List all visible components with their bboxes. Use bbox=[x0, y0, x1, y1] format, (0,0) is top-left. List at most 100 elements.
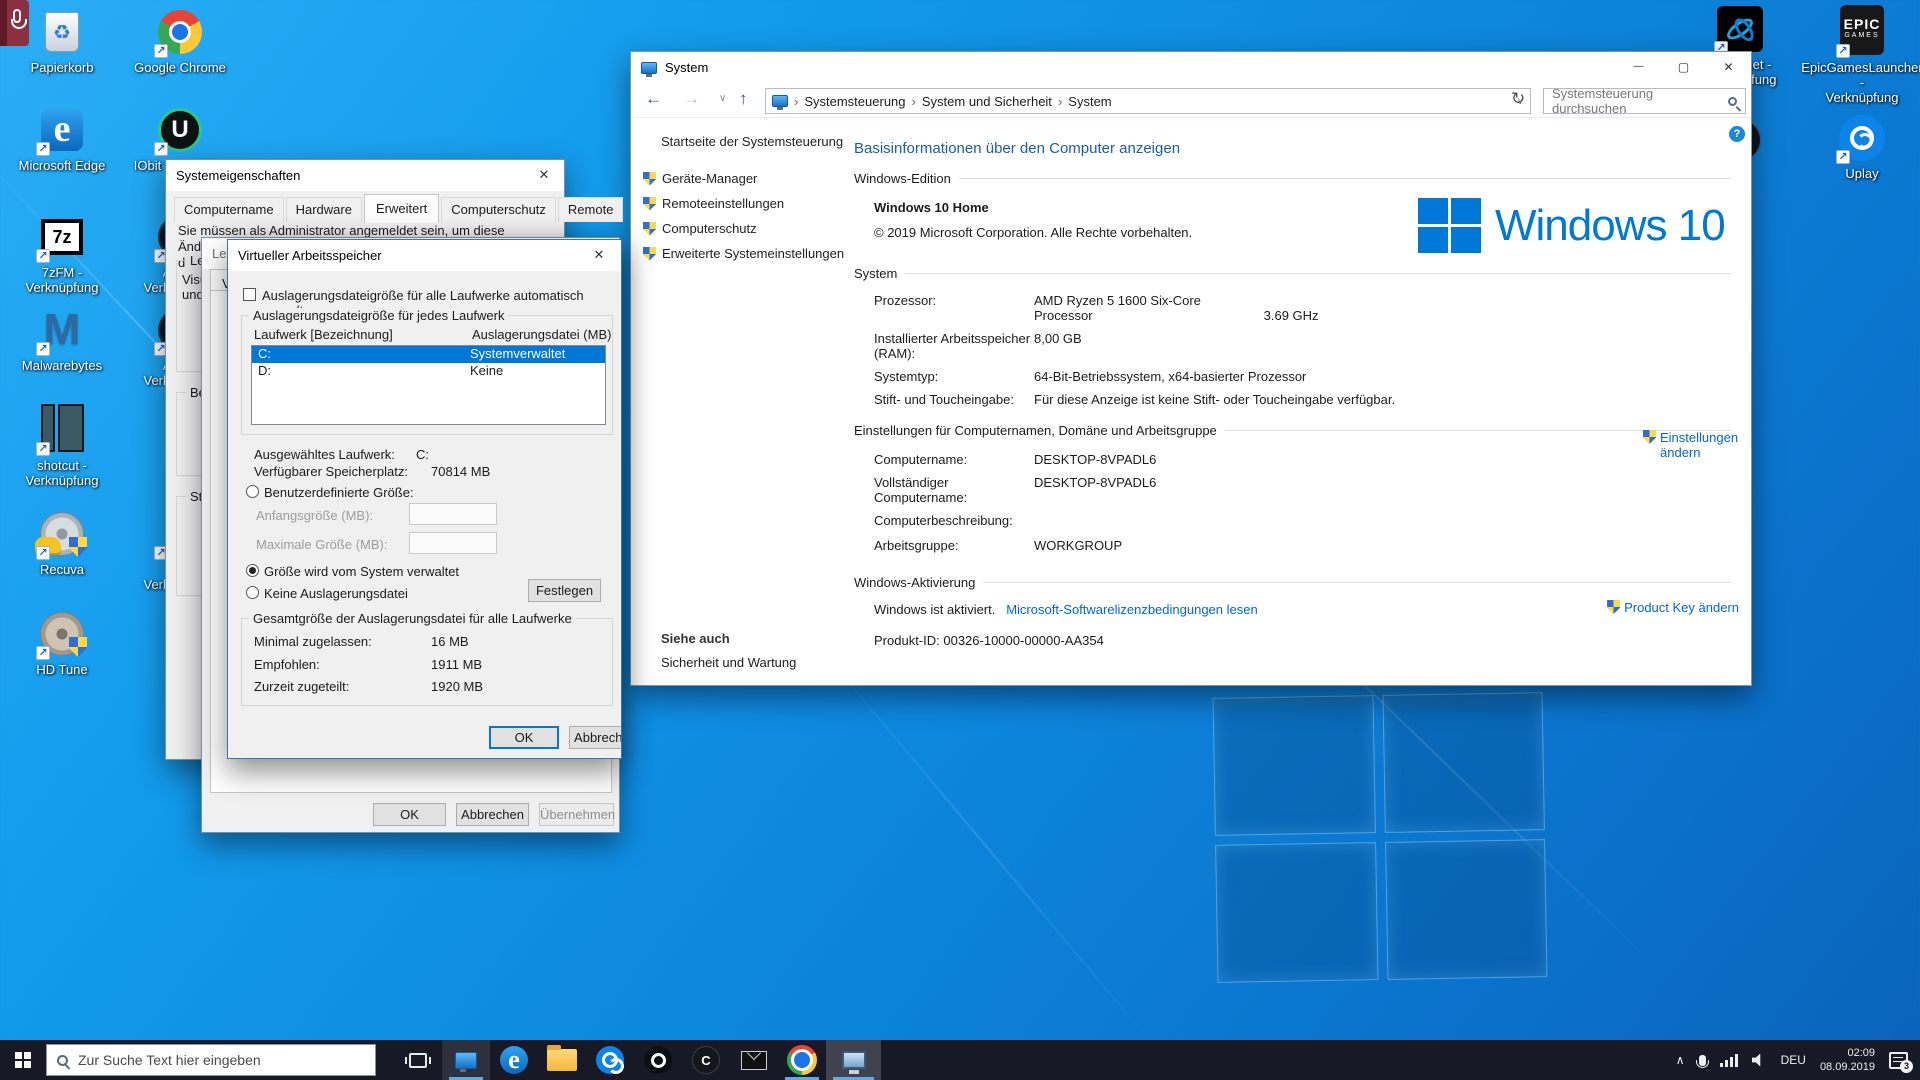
cpu-label: Prozessor: bbox=[874, 293, 1034, 323]
breadcrumb-systemsteuerung[interactable]: Systemsteuerung bbox=[804, 94, 905, 109]
change-settings-link[interactable]: Einstellungen ändern bbox=[1643, 430, 1735, 460]
desktop-icon-7zfm[interactable]: 7z ↗ 7zFM - Verknüpfung bbox=[14, 213, 110, 295]
apply-button[interactable]: Übernehmen bbox=[539, 803, 614, 826]
desktop-icon-epicgames[interactable]: EPICGAMES ↗ EpicGamesLauncher -Verknüpfu… bbox=[1814, 4, 1910, 105]
address-bar[interactable]: › Systemsteuerung › System und Sicherhei… bbox=[765, 88, 1531, 114]
tray-clock[interactable]: 02:09 08.09.2019 bbox=[1820, 1046, 1875, 1074]
uac-shield-icon bbox=[643, 247, 656, 261]
tray-language[interactable]: DEU bbox=[1781, 1053, 1806, 1067]
titlebar[interactable]: Virtueller Arbeitsspeicher ✕ bbox=[228, 240, 621, 271]
close-icon[interactable]: ✕ bbox=[579, 240, 619, 269]
maximize-icon[interactable]: ▢ bbox=[1661, 52, 1706, 82]
change-product-key-link[interactable]: Product Key ändern bbox=[1607, 600, 1739, 615]
available-space-label: Verfügbarer Speicherplatz: bbox=[254, 464, 408, 479]
taskbar-item-system-properties[interactable] bbox=[826, 1040, 881, 1080]
desktop-icon-edge[interactable]: e ↗ Microsoft Edge bbox=[14, 106, 110, 173]
desktop-icon-uplay[interactable]: ↗ Uplay bbox=[1814, 114, 1910, 181]
close-icon[interactable]: ✕ bbox=[524, 160, 564, 189]
desktop-icon-recuva[interactable]: ↗ Recuva bbox=[14, 510, 110, 577]
search-box[interactable]: Systemsteuerung durchsuchen bbox=[1543, 88, 1746, 114]
icon-label: HD Tune bbox=[14, 662, 110, 677]
available-space-value: 70814 MB bbox=[431, 464, 490, 479]
license-link[interactable]: Microsoft-Softwarelizenzbedingungen lese… bbox=[1006, 602, 1257, 617]
desktop-icon-shotcut[interactable]: ↗ shotcut -Verknüpfung bbox=[14, 402, 110, 488]
taskbar-item-system-cp[interactable] bbox=[442, 1040, 490, 1080]
history-dropdown-icon[interactable]: ∨ bbox=[719, 93, 726, 104]
taskbar-item-steam[interactable] bbox=[634, 1040, 682, 1080]
cancel-button[interactable]: Abbrechen bbox=[456, 803, 529, 826]
sidebar-item-erweiterte-systemeinstellungen[interactable]: Erweiterte Systemeinstellungen bbox=[643, 246, 846, 261]
search-icon[interactable] bbox=[1728, 97, 1737, 106]
festlegen-button[interactable]: Festlegen bbox=[528, 579, 601, 602]
dialog-virtueller-arbeitsspeicher[interactable]: Virtueller Arbeitsspeicher ✕ Auslagerung… bbox=[227, 239, 622, 759]
tray-volume-icon[interactable] bbox=[1752, 1054, 1767, 1067]
drive-list[interactable]: C:Systemverwaltet D:Keine bbox=[251, 345, 606, 425]
back-icon[interactable]: ← bbox=[645, 89, 662, 109]
icon-label: Papierkorb bbox=[14, 60, 110, 75]
uac-shield-icon bbox=[643, 172, 656, 186]
sidebar-item-remoteeinstellungen[interactable]: Remoteeinstellungen bbox=[643, 196, 846, 211]
titlebar[interactable]: System — ▢ ✕ bbox=[631, 52, 1751, 83]
refresh-icon[interactable]: ↻ bbox=[1511, 89, 1525, 109]
desktop-icon-hdtune[interactable]: ↗ HD Tune bbox=[14, 610, 110, 677]
tab-erweitert[interactable]: Erweitert bbox=[364, 194, 439, 223]
max-size-input[interactable] bbox=[409, 532, 497, 554]
auto-manage-checkbox[interactable] bbox=[243, 288, 256, 301]
cancel-button[interactable]: Abbrechen bbox=[569, 726, 622, 749]
pen-label: Stift- und Toucheingabe: bbox=[874, 392, 1034, 407]
tray-chevron-icon[interactable]: ∧ bbox=[1676, 1053, 1685, 1067]
ok-button[interactable]: OK bbox=[489, 726, 559, 749]
min-allowed-value: 16 MB bbox=[431, 634, 469, 649]
up-icon[interactable]: ↑ bbox=[739, 89, 748, 109]
taskbar-item-edge[interactable]: e bbox=[490, 1040, 538, 1080]
taskbar-item-uplay[interactable] bbox=[586, 1040, 634, 1080]
drive-row-d[interactable]: D:Keine bbox=[252, 363, 605, 380]
tab-hardware[interactable]: Hardware bbox=[286, 197, 362, 222]
taskbar-search-input[interactable]: Zur Suche Text hier eingeben bbox=[46, 1044, 376, 1076]
icon-label: 7zFM - Verknüpfung bbox=[14, 265, 110, 295]
minimize-icon[interactable]: — bbox=[1616, 52, 1661, 82]
system-managed-radio[interactable] bbox=[246, 564, 259, 577]
initial-size-input[interactable] bbox=[409, 503, 497, 525]
tab-remote[interactable]: Remote bbox=[558, 197, 624, 222]
action-center-icon[interactable]: 3 bbox=[1889, 1052, 1908, 1069]
close-icon[interactable]: ✕ bbox=[1706, 52, 1751, 82]
shortcut-arrow-icon: ↗ bbox=[36, 249, 50, 263]
help-icon[interactable]: ? bbox=[1729, 126, 1745, 142]
drive-row-c[interactable]: C:Systemverwaltet bbox=[252, 346, 605, 363]
desktop-icon-malwarebytes[interactable]: M ↗ Malwarebytes bbox=[14, 306, 110, 373]
taskview-button[interactable] bbox=[394, 1040, 442, 1080]
edge-icon: e bbox=[500, 1046, 528, 1074]
tray-microphone-icon[interactable] bbox=[1699, 1055, 1706, 1066]
no-pagefile-radio[interactable] bbox=[246, 586, 259, 599]
start-button[interactable] bbox=[0, 1040, 46, 1080]
custom-size-radio[interactable] bbox=[246, 485, 259, 498]
titlebar[interactable]: Systemeigenschaften ✕ bbox=[166, 160, 564, 191]
navigation-bar: ← → ∨ ↑ › Systemsteuerung › System und S… bbox=[631, 83, 1751, 118]
forward-icon[interactable]: → bbox=[683, 89, 700, 109]
ram-label: Installierter Arbeitsspeicher (RAM): bbox=[874, 331, 1034, 361]
shortcut-arrow-icon: ↗ bbox=[1836, 150, 1850, 164]
recycle-bin-icon: ♻ bbox=[45, 12, 79, 52]
tray-network-icon[interactable] bbox=[1720, 1053, 1738, 1067]
sidebar-item-geraete-manager[interactable]: Geräte-Manager bbox=[643, 171, 846, 186]
ok-button[interactable]: OK bbox=[373, 803, 446, 826]
desktop-icon-chrome[interactable]: ↗ Google Chrome bbox=[132, 8, 228, 75]
window-system-controlpanel[interactable]: System — ▢ ✕ ← → ∨ ↑ › Systemsteuerung ›… bbox=[630, 51, 1752, 686]
search-placeholder: Systemsteuerung durchsuchen bbox=[1552, 86, 1728, 116]
system-window-icon bbox=[641, 62, 657, 74]
windows10-logo-text: Windows 10 bbox=[1495, 201, 1725, 251]
tab-computerschutz[interactable]: Computerschutz bbox=[441, 197, 556, 222]
ram-value: 8,00 GB bbox=[1034, 331, 1494, 361]
breadcrumb-system-und-sicherheit[interactable]: System und Sicherheit bbox=[922, 94, 1052, 109]
taskbar-item-ccleaner[interactable]: C bbox=[682, 1040, 730, 1080]
see-also-link-sicherheit[interactable]: Sicherheit und Wartung bbox=[661, 655, 796, 670]
sidebar-item-home[interactable]: Startseite der Systemsteuerung bbox=[661, 134, 846, 149]
tab-computername[interactable]: Computername bbox=[174, 197, 284, 222]
sidebar-item-computerschutz[interactable]: Computerschutz bbox=[643, 221, 846, 236]
taskbar-item-mail[interactable] bbox=[730, 1040, 778, 1080]
taskbar-item-explorer[interactable] bbox=[538, 1040, 586, 1080]
taskbar-item-chrome[interactable] bbox=[778, 1040, 826, 1080]
breadcrumb-system[interactable]: System bbox=[1068, 94, 1111, 109]
description-label: Computerbeschreibung: bbox=[874, 513, 1034, 528]
